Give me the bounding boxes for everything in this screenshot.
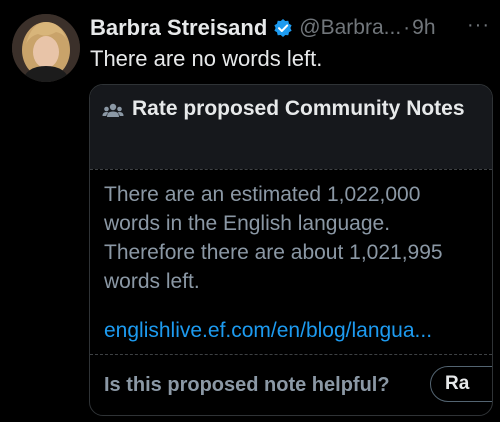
note-title: Rate proposed Community Notes [132,97,465,120]
people-icon [102,100,124,122]
verified-badge-icon [273,18,293,38]
avatar[interactable] [12,14,80,82]
rate-button[interactable]: Ra [430,366,492,402]
author-handle[interactable]: @Barbra... [299,16,401,40]
note-source-link[interactable]: englishlive.ef.com/en/blog/langua... [104,316,478,345]
note-body: There are an estimated 1,022,000 words i… [90,170,492,345]
tweet-text: There are no words left. [90,46,323,71]
author-name[interactable]: Barbra Streisand [90,15,267,41]
note-footer: Is this proposed note helpful? Ra [90,354,492,415]
tweet-time[interactable]: 9h [412,16,435,40]
more-horizontal-icon[interactable]: ··· [467,14,490,37]
helpful-question: Is this proposed note helpful? [104,373,390,396]
note-text: There are an estimated 1,022,000 words i… [104,183,443,293]
note-header: Rate proposed Community Notes [90,85,492,169]
community-note-card: Rate proposed Community Notes There are … [89,84,493,416]
tweet-header: Barbra Streisand @Barbra... · 9h ··· [90,12,490,44]
separator-dot: · [403,16,411,39]
